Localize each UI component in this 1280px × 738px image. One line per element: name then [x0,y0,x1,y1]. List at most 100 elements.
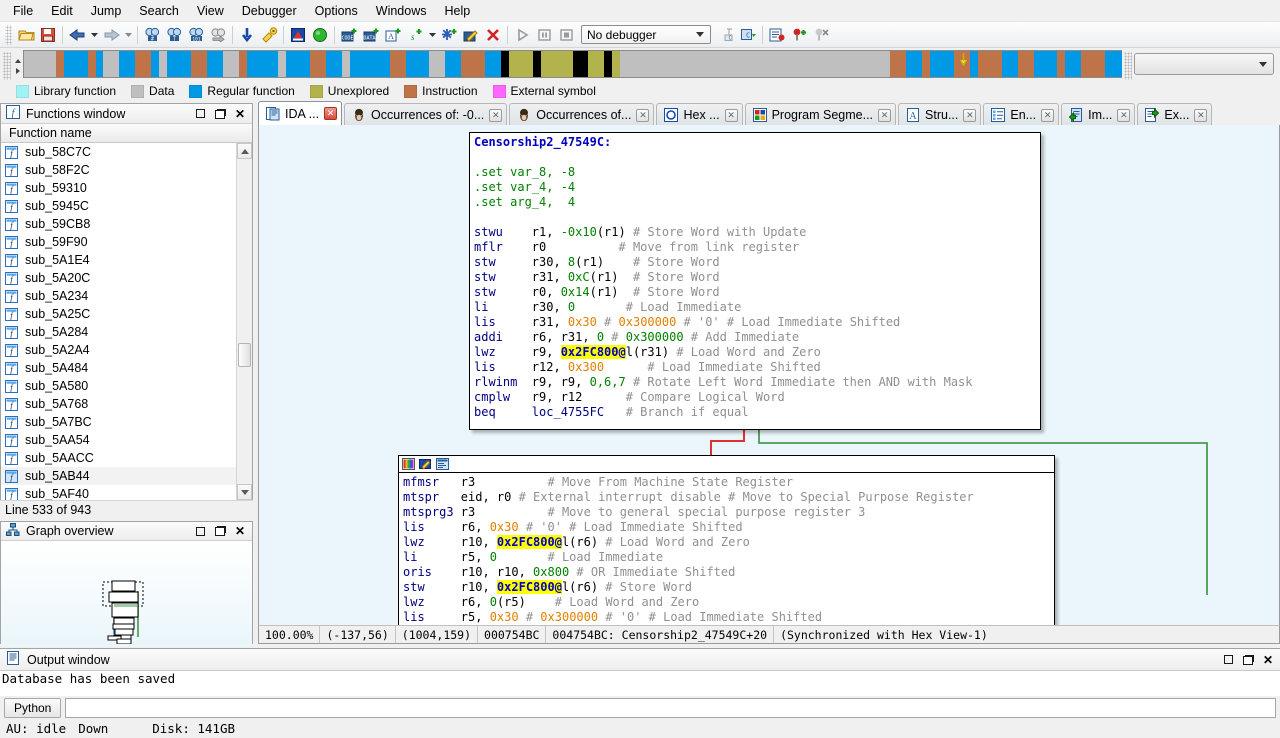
functions-window-close-button[interactable] [230,105,250,123]
close-icon[interactable]: ✕ [724,108,738,122]
menu-help[interactable]: Help [435,1,479,21]
function-list-item[interactable]: f sub_5AB44 [1,467,236,485]
search-text-icon[interactable]: T [163,24,185,46]
function-list-item[interactable]: f sub_5AA54 [1,431,236,449]
navigate-forward-dropdown-icon[interactable] [122,24,134,46]
disassembly-line[interactable]: mflr r0 # Move from link register [474,240,1036,255]
breakpoint-list-icon[interactable] [766,24,788,46]
disassembly-line[interactable]: .set var_4, -4 [474,180,1036,195]
navband-right-grip[interactable] [1124,52,1132,80]
view-tab-5[interactable]: Program Segme... ✕ [744,103,897,126]
save-icon[interactable] [37,24,59,46]
step-over-icon[interactable]: C [737,24,759,46]
disassembly-line[interactable]: mtsprg3 r3 # Move to general special pur… [403,505,1050,520]
search-sequence-icon[interactable]: 101 [185,24,207,46]
output-window-body[interactable]: Database has been saved [0,671,1280,696]
make-data-icon[interactable]: DATA [360,24,382,46]
menu-debugger[interactable]: Debugger [233,1,306,21]
undefine-icon[interactable] [482,24,504,46]
stop-icon[interactable] [555,24,577,46]
graph-block-node-1[interactable]: Censorship2_47549C: .set var_8, -8 .set v… [469,132,1041,430]
step-into-icon[interactable]: C [715,24,737,46]
disassembly-line[interactable]: stw r31, 0xC(r1) # Store Word [474,270,1036,285]
graph-overview-close-button[interactable] [230,522,250,540]
disassembly-line[interactable]: oris r10, r10, 0x800 # OR Immediate Shif… [403,565,1050,580]
make-struct-icon[interactable]: s [404,24,426,46]
disassembly-graph-view[interactable]: Censorship2_47549C: .set var_8, -8 .set v… [258,125,1280,644]
open-file-icon[interactable] [15,24,37,46]
graph-overview-maximize-button[interactable] [190,522,210,540]
navband-arrow-right-icon[interactable] [16,67,20,74]
functions-window-maximize-button[interactable] [190,105,210,123]
function-name-column-header[interactable]: Function name [1,124,252,143]
function-list-item[interactable]: f sub_5A25C [1,305,236,323]
make-ascii-icon[interactable]: A [382,24,404,46]
function-list-item[interactable]: f sub_5A7BC [1,413,236,431]
function-list-item[interactable]: f sub_5AACC [1,449,236,467]
make-code-icon[interactable]: CODE [338,24,360,46]
disassembly-line[interactable]: lwz r6, 0(r5) # Load Word and Zero [403,595,1050,610]
graph-overview-restore-button[interactable] [210,522,230,540]
jump-to-address-icon[interactable] [236,24,258,46]
close-icon[interactable]: ✕ [878,108,892,122]
function-list-item[interactable]: f sub_5A284 [1,323,236,341]
function-list-item[interactable]: f sub_5AF40 [1,485,236,500]
close-icon[interactable]: ✕ [636,108,650,122]
close-icon[interactable]: ✕ [489,108,503,122]
scroll-up-button[interactable] [237,143,252,159]
disassembly-line[interactable]: lis r31, 0x30 # 0x300000 # '0' # Load Im… [474,315,1036,330]
function-list-item[interactable]: f sub_5A768 [1,395,236,413]
make-struct-dropdown-icon[interactable] [426,24,438,46]
search-hex-icon[interactable]: # [141,24,163,46]
disassembly-line[interactable]: cmplw r9, r12 # Compare Logical Word [474,390,1036,405]
navigation-band[interactable] [23,50,1122,78]
navband-grip[interactable] [3,52,11,80]
rename-icon[interactable] [435,457,450,471]
view-tab-3[interactable]: Occurrences of... ✕ [509,103,655,126]
close-icon[interactable]: ✕ [1117,108,1131,122]
navigate-forward-icon[interactable] [100,24,122,46]
debugger-selector[interactable]: No debugger [581,25,711,44]
command-input[interactable] [65,698,1276,718]
output-window-maximize-button[interactable] [1218,651,1238,669]
disassembly-line[interactable]: stw r0, 0x14(r1) # Store Word [474,285,1036,300]
navigate-back-icon[interactable] [66,24,88,46]
disassembly-line[interactable]: lwz r10, 0x2FC800@l(r6) # Load Word and … [403,535,1050,550]
function-list-item[interactable]: f sub_5A580 [1,377,236,395]
disassembly-line[interactable]: lis r5, 0x30 # 0x300000 # '0' # Load Imm… [403,610,1050,625]
function-list-item[interactable]: f sub_59310 [1,179,236,197]
view-tab-6[interactable]: A Stru... ✕ [898,103,982,126]
close-icon[interactable]: ✕ [963,108,977,122]
function-list-item[interactable]: f sub_5A484 [1,359,236,377]
view-tab-8[interactable]: Im... ✕ [1061,103,1136,126]
function-list[interactable]: f sub_58C7C f sub_58F2C f sub_59310 f sub_5945C… [1,143,236,500]
disassembly-line[interactable]: .set arg_4, 4 [474,195,1036,210]
menu-view[interactable]: View [188,1,233,21]
menu-search[interactable]: Search [130,1,188,21]
function-list-vscrollbar[interactable] [236,143,252,500]
graph-overview-canvas[interactable] [1,541,252,647]
make-array-icon[interactable] [438,24,460,46]
functions-window-restore-button[interactable] [210,105,230,123]
menu-options[interactable]: Options [306,1,367,21]
pause-icon[interactable] [533,24,555,46]
disassembly-line[interactable]: .set var_8, -8 [474,165,1036,180]
menu-file[interactable]: File [4,1,42,21]
graph-block-node-2[interactable]: mfmsr r3 # Move From Machine State Regis… [398,455,1055,627]
menu-edit[interactable]: Edit [42,1,82,21]
navband-scroll-arrows[interactable] [13,50,23,82]
jump-function-combo[interactable] [1134,53,1274,75]
function-list-item[interactable]: f sub_59CB8 [1,215,236,233]
graph-view-icon[interactable] [287,24,309,46]
disassembly-line[interactable]: li r30, 0 # Load Immediate [474,300,1036,315]
run-to-cursor-icon[interactable] [309,24,331,46]
view-tab-9[interactable]: Ex... ✕ [1137,103,1213,126]
view-tab-4[interactable]: Hex ... ✕ [656,103,743,126]
function-list-item[interactable]: f sub_5A2A4 [1,341,236,359]
view-tab-7[interactable]: En... ✕ [983,103,1060,126]
close-icon[interactable]: ✕ [324,107,338,120]
delete-breakpoint-icon[interactable] [810,24,832,46]
disassembly-line[interactable] [474,150,1036,165]
toolbar-grip[interactable] [5,24,12,45]
edit-function-icon[interactable] [460,24,482,46]
